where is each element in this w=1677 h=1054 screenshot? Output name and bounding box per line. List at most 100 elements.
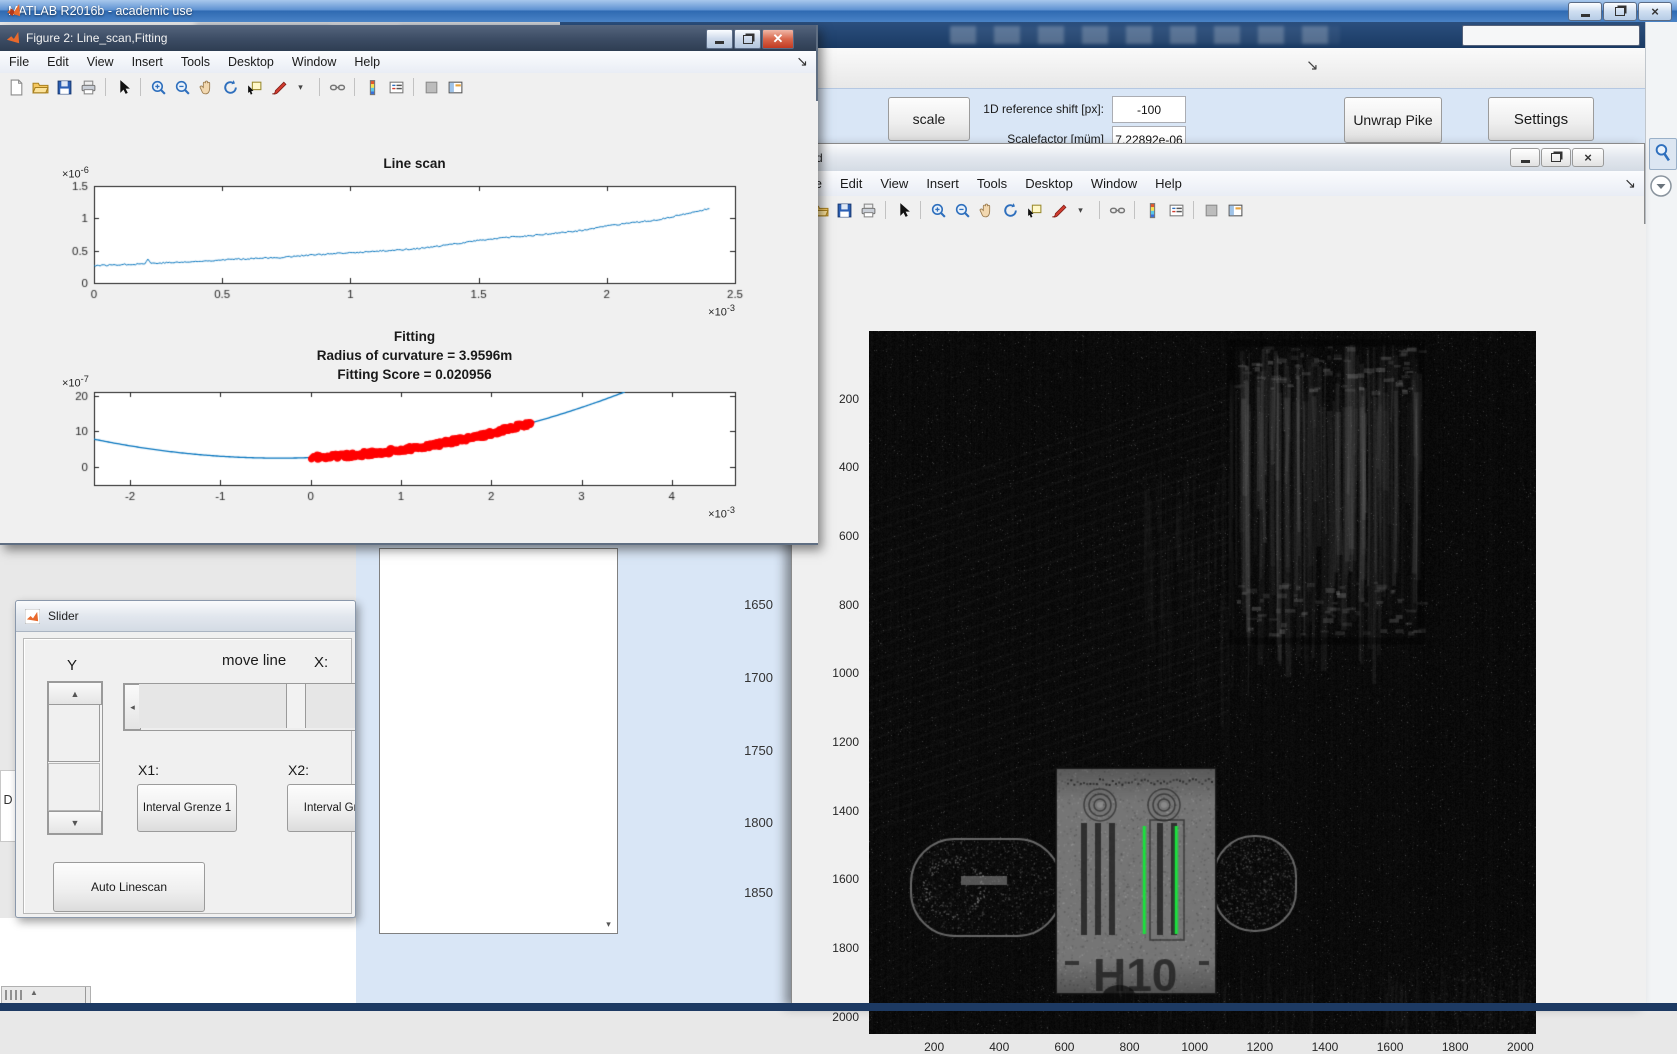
cursor-icon[interactable] [893,200,913,220]
slider-down-button[interactable]: ▼ [48,811,102,834]
slider-thumb[interactable] [286,684,306,728]
arrow-left-icon: ◂ [130,701,135,712]
auto-linescan-button[interactable]: Auto Linescan [53,862,205,912]
insert-legend-icon[interactable] [386,77,406,97]
x-slider[interactable]: ◂ [123,683,355,731]
dropdown-icon[interactable]: ▾ [292,77,312,97]
datatip-icon[interactable] [1024,200,1044,220]
main-titlebar: MATLAB R2016b - academic use × [0,0,1677,22]
menu-item-view[interactable]: View [78,55,123,69]
pan-hand-icon[interactable] [196,77,216,97]
menu-item-insert[interactable]: Insert [917,176,968,191]
brush-icon[interactable] [1048,200,1068,220]
menu-item-view[interactable]: View [871,176,917,191]
maximize-button[interactable] [734,29,761,49]
insert-colorbar-icon[interactable] [1142,200,1162,220]
new-doc-icon[interactable] [6,77,26,97]
toolbar-separator [1193,201,1194,219]
link-plots-icon[interactable] [1107,200,1127,220]
menu-item-help[interactable]: Help [345,55,389,69]
zoom-out-icon[interactable] [952,200,972,220]
dock-arrow-icon[interactable]: ↘ [1624,175,1636,192]
link-plots-icon[interactable] [327,77,347,97]
settings-label: Settings [1513,110,1569,128]
save-icon[interactable] [834,200,854,220]
settings-button[interactable]: Settings [1488,97,1594,141]
maximize-icon [1551,153,1561,162]
minimize-button[interactable] [706,29,733,49]
hide-plot-tools-icon[interactable] [1201,200,1221,220]
open-folder-icon[interactable] [30,77,50,97]
save-icon[interactable] [54,77,74,97]
figure2-toolbar: ▾ [0,73,816,102]
insert-legend-icon[interactable] [1166,200,1186,220]
show-plot-tools-icon[interactable] [445,77,465,97]
menu-item-insert[interactable]: Insert [123,55,172,69]
figure2-titlebar[interactable]: Figure 2: Line_scan,Fitting ✕ [0,25,816,51]
close-icon: × [1584,150,1592,165]
search-icon [1655,144,1670,162]
close-button[interactable]: × [1572,148,1604,167]
menu-item-tools[interactable]: Tools [968,176,1016,191]
menu-item-file[interactable]: File [0,55,38,69]
menu-item-edit[interactable]: Edit [38,55,78,69]
pan-hand-icon[interactable] [976,200,996,220]
zoom-in-icon[interactable] [928,200,948,220]
scale-button[interactable]: scale [888,97,970,141]
slider-window: Slider Y move line X: ▲ ▼ ◂ X1: Interval… [15,600,356,918]
dropdown-icon[interactable]: ▾ [1072,200,1092,220]
hidden-axis-tick-1750: 1750 [744,743,773,758]
menu-item-edit[interactable]: Edit [831,176,871,191]
close-icon: × [1651,4,1659,19]
close-button[interactable]: × [1638,2,1672,21]
rotate-3d-icon[interactable] [1000,200,1020,220]
unwrap-pike-button[interactable]: Unwrap Pike [1344,97,1442,143]
print-icon[interactable] [858,200,878,220]
x-label: X: [314,654,329,671]
slider-titlebar[interactable]: Slider [16,601,355,632]
expand-panel-button[interactable] [1649,174,1675,200]
print-icon[interactable] [78,77,98,97]
divider [85,987,86,1004]
dock-arrow-icon[interactable]: ↘ [796,53,808,70]
yaxis-tick-1800: 1800 [832,940,859,955]
close-icon: ✕ [772,31,784,46]
interval-grenze1-button[interactable]: Interval Grenze 1 [137,784,237,832]
menu-item-window[interactable]: Window [283,55,345,69]
show-plot-tools-icon[interactable] [1225,200,1245,220]
slider-trough[interactable] [139,684,286,728]
minimize-button[interactable] [1568,2,1602,21]
close-button[interactable]: ✕ [762,29,794,49]
brush-icon[interactable] [268,77,288,97]
toolbar-separator [1134,201,1135,219]
toolbar-separator [140,78,141,96]
cursor-icon[interactable] [113,77,133,97]
zoom-out-icon[interactable] [172,77,192,97]
menu-item-tools[interactable]: Tools [172,55,219,69]
restore-button[interactable] [1603,2,1637,21]
menu-item-desktop[interactable]: Desktop [1016,176,1082,191]
menu-item-desktop[interactable]: Desktop [219,55,283,69]
menu-item-help[interactable]: Help [1146,176,1191,191]
maximize-button[interactable] [1541,148,1571,167]
x1-label: X1: [138,762,160,778]
undock-arrow-icon[interactable]: ↘ [1306,56,1319,74]
toolbar-separator [105,78,106,96]
y-slider[interactable]: ▲ ▼ [47,681,103,835]
minimize-button[interactable] [1510,148,1540,167]
rotate-3d-icon[interactable] [220,77,240,97]
hide-plot-tools-icon[interactable] [421,77,441,97]
slider-thumb[interactable] [48,704,100,762]
datatip-icon[interactable] [244,77,264,97]
desktop-right-sidebar [1645,22,1677,1003]
slider-thumb-lower[interactable] [48,763,100,811]
search-button[interactable] [1649,138,1677,170]
insert-colorbar-icon[interactable] [362,77,382,97]
ref-shift-field[interactable]: -100 [1112,96,1186,123]
slider-trough2[interactable] [306,684,355,728]
zoom-in-icon[interactable] [148,77,168,97]
interval-grenze2-button[interactable]: Interval Gren [287,784,355,832]
figure2-canvas-area: Line scan ×10-6 ×10-3 Fitting Radius of … [0,101,818,543]
right-figure-titlebar[interactable]: d × [792,144,1644,172]
menu-item-window[interactable]: Window [1082,176,1146,191]
